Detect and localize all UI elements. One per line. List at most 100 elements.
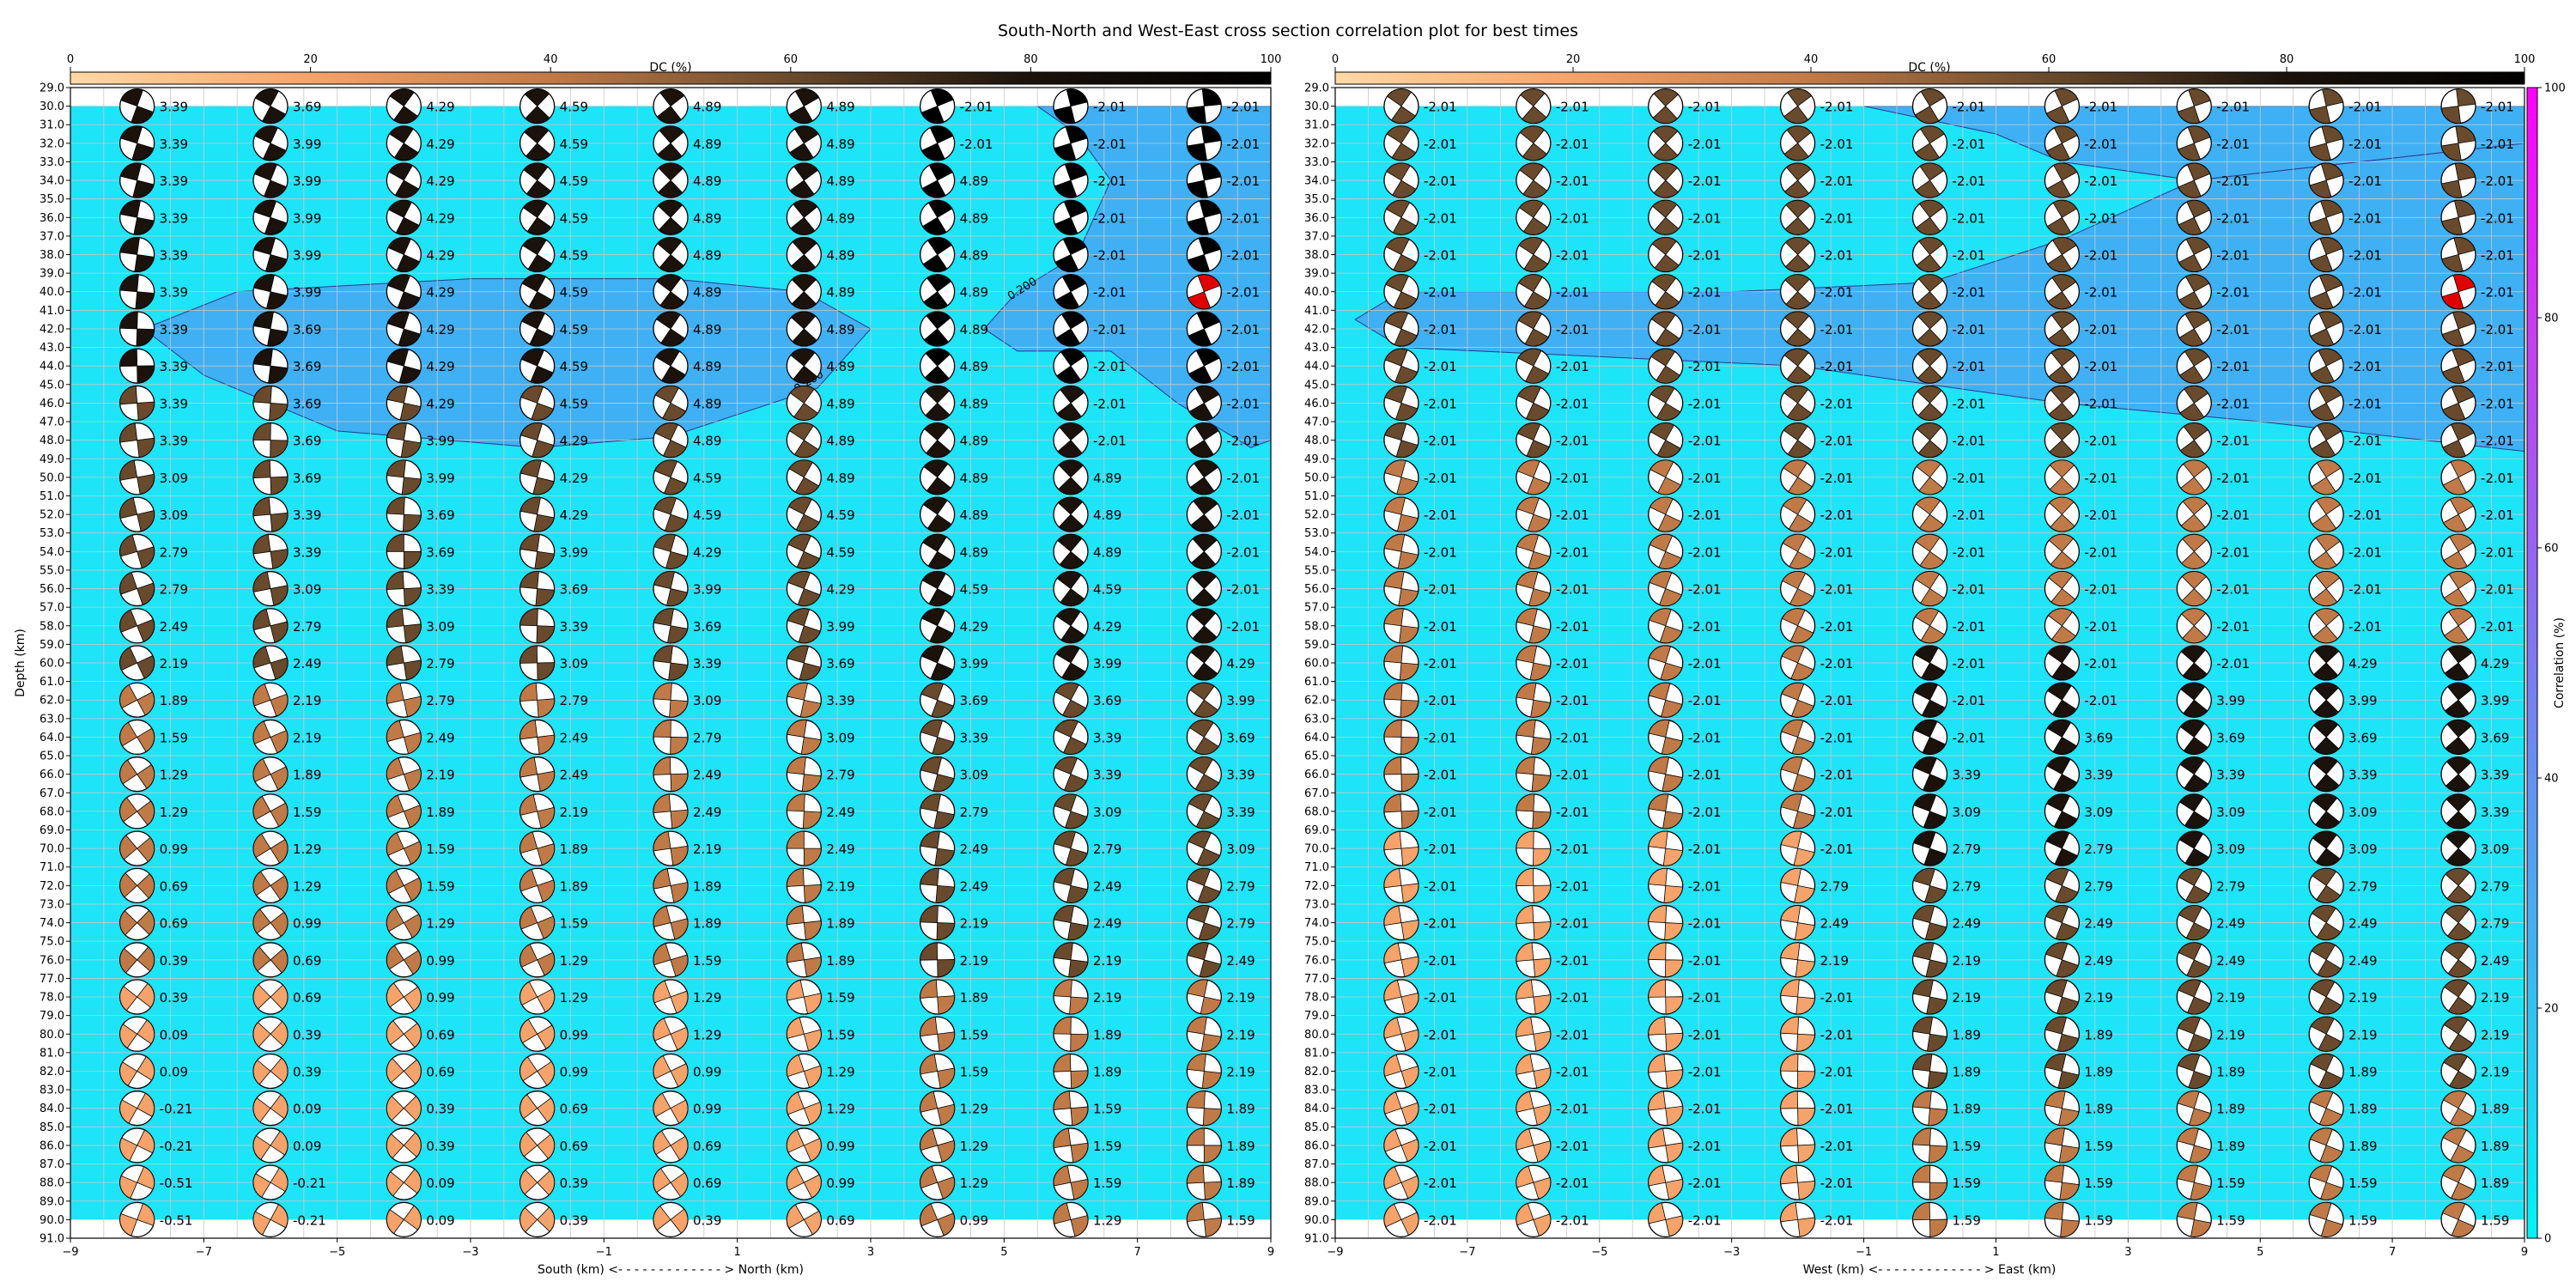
time-label: 4.89 bbox=[960, 507, 988, 523]
time-label: 3.09 bbox=[960, 768, 988, 783]
time-label: -2.01 bbox=[2216, 285, 2250, 301]
dc-tick-label: 100 bbox=[2514, 53, 2536, 66]
time-label: 2.19 bbox=[2481, 1064, 2509, 1079]
time-label: 3.09 bbox=[1226, 841, 1255, 857]
time-label: 2.79 bbox=[2084, 841, 2112, 857]
time-label: 0.99 bbox=[160, 841, 188, 857]
y-tick-label: 76.0 bbox=[39, 954, 64, 967]
time-label: 2.79 bbox=[560, 693, 588, 708]
time-label: -2.01 bbox=[1226, 359, 1260, 374]
time-label: 3.39 bbox=[293, 507, 321, 523]
time-label: 4.29 bbox=[426, 173, 454, 189]
time-label: -2.01 bbox=[1093, 359, 1127, 374]
time-label: -2.01 bbox=[1424, 582, 1457, 598]
time-label: 4.89 bbox=[1093, 507, 1121, 523]
y-tick-label: 56.0 bbox=[39, 583, 64, 596]
time-label: 3.39 bbox=[960, 730, 988, 745]
time-label: -2.01 bbox=[1226, 471, 1260, 486]
time-label: -2.01 bbox=[1093, 434, 1127, 449]
time-label: 1.89 bbox=[2348, 1064, 2377, 1079]
time-label: 3.09 bbox=[1953, 805, 1981, 820]
y-tick-label: 81.0 bbox=[39, 1047, 64, 1060]
time-label: 2.19 bbox=[1953, 953, 1981, 969]
time-label: 4.89 bbox=[693, 396, 721, 411]
y-tick-label: 82.0 bbox=[39, 1066, 64, 1078]
time-label: -2.01 bbox=[1820, 582, 1854, 598]
time-label: 3.39 bbox=[2084, 768, 2112, 783]
time-label: -2.01 bbox=[1688, 173, 1722, 189]
time-label: 4.29 bbox=[1226, 656, 1255, 671]
time-label: -2.01 bbox=[2348, 396, 2382, 411]
time-label: -2.01 bbox=[1556, 916, 1589, 932]
time-label: 0.99 bbox=[293, 916, 321, 932]
correlation-tick-label: 80 bbox=[2544, 313, 2559, 325]
time-label: -2.01 bbox=[1424, 248, 1457, 264]
time-label: -2.01 bbox=[2348, 100, 2382, 115]
time-label: 4.89 bbox=[960, 471, 988, 486]
time-label: 4.89 bbox=[826, 359, 854, 374]
time-label: -2.01 bbox=[1820, 841, 1854, 857]
south-north-panel: DC (%) 020406080100 0.2000.200 3.393.694… bbox=[14, 53, 1281, 1277]
y-tick-label: 43.0 bbox=[39, 342, 64, 355]
time-label: 2.19 bbox=[1093, 990, 1121, 1005]
time-label: 2.19 bbox=[693, 841, 721, 857]
time-label: 0.69 bbox=[293, 953, 321, 969]
time-label: 3.09 bbox=[2348, 805, 2377, 820]
time-label: 1.89 bbox=[1226, 1139, 1255, 1154]
y-tick-label: 64.0 bbox=[39, 732, 64, 744]
y-tick-label: 36.0 bbox=[39, 212, 64, 225]
time-label: 2.79 bbox=[1093, 841, 1121, 857]
time-label: -2.01 bbox=[2084, 582, 2117, 598]
x-tick-label: 9 bbox=[2521, 1246, 2528, 1259]
time-label: 3.99 bbox=[960, 656, 988, 671]
time-label: -2.01 bbox=[2084, 619, 2117, 635]
time-label: -2.01 bbox=[2084, 248, 2117, 264]
y-tick-label: 76.0 bbox=[1304, 954, 1329, 967]
time-label: 3.69 bbox=[293, 471, 321, 486]
y-tick-label: 48.0 bbox=[1304, 434, 1329, 447]
time-label: 1.59 bbox=[1953, 1212, 1981, 1228]
time-label: 4.29 bbox=[426, 285, 454, 301]
time-label: -2.01 bbox=[1556, 1176, 1589, 1191]
time-label: 2.49 bbox=[693, 805, 721, 820]
y-tick-label: 41.0 bbox=[39, 305, 64, 318]
time-label: 1.89 bbox=[960, 990, 988, 1005]
y-tick-label: 91.0 bbox=[39, 1233, 64, 1246]
time-label: -2.01 bbox=[1820, 248, 1854, 264]
time-label: 2.19 bbox=[1953, 990, 1981, 1005]
time-label: -0.21 bbox=[160, 1139, 193, 1154]
time-label: -2.01 bbox=[1556, 396, 1589, 411]
y-tick-label: 74.0 bbox=[39, 917, 64, 930]
y-tick-label: 71.0 bbox=[39, 861, 64, 874]
time-label: -2.01 bbox=[1424, 100, 1457, 115]
time-label: -2.01 bbox=[1556, 359, 1589, 374]
time-label: 4.59 bbox=[960, 582, 988, 598]
time-label: 2.19 bbox=[2481, 990, 2509, 1005]
time-label: 3.99 bbox=[560, 544, 588, 560]
time-label: 1.59 bbox=[1226, 1212, 1255, 1228]
y-tick-label: 39.0 bbox=[39, 268, 64, 281]
time-label: 3.09 bbox=[1093, 805, 1121, 820]
time-label: -2.01 bbox=[2481, 471, 2514, 486]
time-label: -2.01 bbox=[1953, 619, 1986, 635]
time-label: -2.01 bbox=[1424, 507, 1457, 523]
time-label: -0.51 bbox=[160, 1176, 193, 1191]
time-label: -2.01 bbox=[1556, 953, 1589, 969]
time-label: 3.69 bbox=[293, 359, 321, 374]
time-label: -2.01 bbox=[2216, 582, 2250, 598]
time-label: -2.01 bbox=[2481, 210, 2514, 226]
time-label: -2.01 bbox=[1820, 544, 1854, 560]
time-label: -2.01 bbox=[1424, 173, 1457, 189]
dc-tick-label: 40 bbox=[544, 53, 558, 66]
time-label: 2.19 bbox=[960, 953, 988, 969]
y-tick-label: 73.0 bbox=[1304, 898, 1329, 911]
time-label: 2.79 bbox=[2348, 878, 2377, 894]
y-tick-label: 32.0 bbox=[1304, 137, 1329, 150]
dc-tick-label: 20 bbox=[303, 53, 318, 66]
time-label: -2.01 bbox=[1953, 544, 1986, 560]
time-label: -2.01 bbox=[2216, 396, 2250, 411]
y-tick-label: 74.0 bbox=[1304, 917, 1329, 930]
time-label: -2.01 bbox=[1556, 693, 1589, 708]
y-tick-label: 44.0 bbox=[39, 361, 64, 374]
time-label: -2.01 bbox=[1226, 507, 1260, 523]
